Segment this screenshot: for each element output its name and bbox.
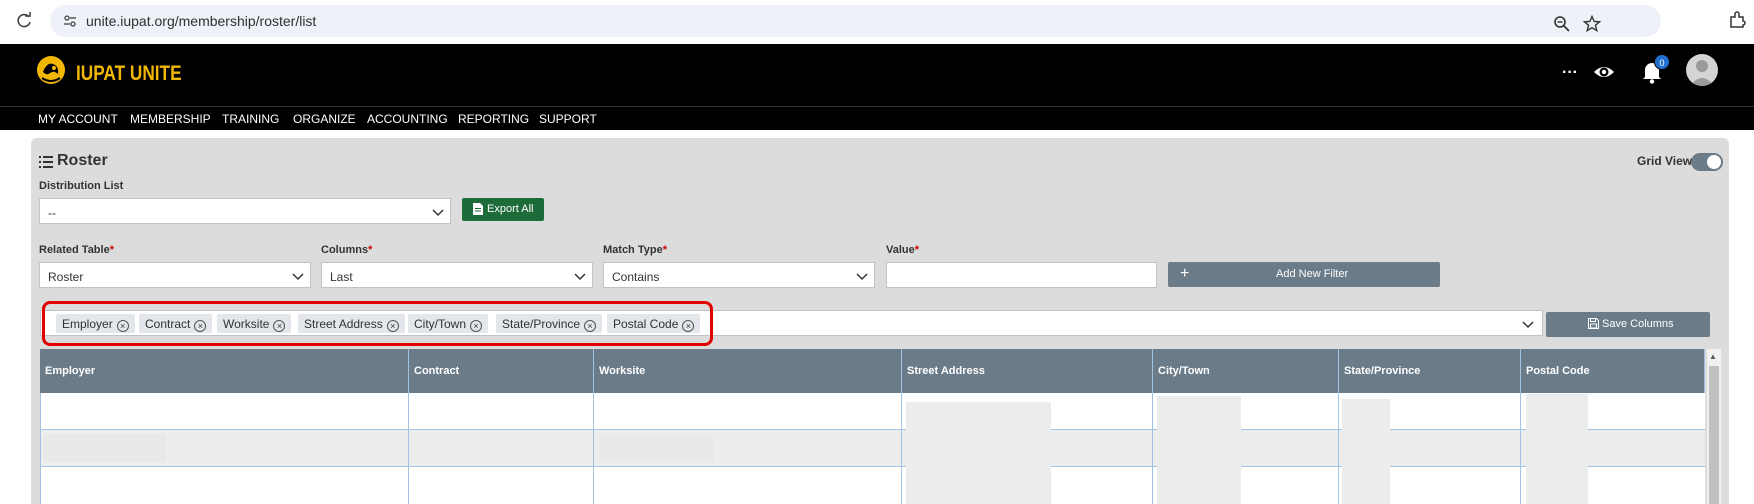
reload-icon[interactable] — [14, 11, 34, 31]
site-settings-icon[interactable] — [62, 13, 78, 29]
match-type-label: Match Type* — [603, 244, 667, 256]
related-table-select[interactable]: Roster — [39, 262, 311, 288]
column-header-city-town[interactable]: City/Town — [1153, 349, 1339, 393]
plus-icon: + — [1180, 265, 1190, 282]
value-label: Value* — [886, 244, 919, 256]
table-row[interactable] — [40, 393, 1705, 430]
match-type-label-text: Match Type — [603, 244, 663, 256]
columns-value: Last — [330, 270, 353, 284]
grid-view-toggle[interactable] — [1691, 153, 1723, 171]
nav-accounting[interactable]: ACCOUNTING — [367, 112, 448, 126]
page-title: Roster — [57, 152, 108, 169]
column-divider — [40, 393, 41, 504]
related-table-label: Related Table* — [39, 244, 114, 256]
redacted-cell — [906, 402, 1051, 504]
match-type-value: Contains — [612, 270, 660, 284]
browser-toolbar: unite.iupat.org/membership/roster/list — [0, 0, 1754, 44]
distribution-list-label: Distribution List — [39, 180, 124, 192]
column-header-state-province[interactable]: State/Province — [1339, 349, 1521, 393]
column-divider — [593, 393, 594, 504]
column-divider — [408, 393, 409, 504]
column-divider — [901, 393, 902, 504]
url-text: unite.iupat.org/membership/roster/list — [86, 13, 317, 29]
required-mark: * — [109, 244, 114, 256]
add-new-filter-label: Add New Filter — [1276, 268, 1349, 280]
column-divider — [1152, 393, 1153, 504]
save-icon — [1588, 318, 1599, 329]
table-row[interactable] — [40, 467, 1705, 504]
redacted-cell — [44, 434, 166, 462]
chevron-down-icon — [856, 273, 868, 281]
export-all-label: Export All — [487, 203, 534, 215]
column-header-contract[interactable]: Contract — [409, 349, 594, 393]
nav-support[interactable]: SUPPORT — [539, 112, 597, 126]
extensions-icon[interactable] — [1727, 10, 1747, 30]
more-options-icon[interactable]: ··· — [1562, 64, 1578, 82]
chevron-down-icon — [574, 273, 586, 281]
scroll-up-arrow-icon[interactable]: ▲ — [1709, 352, 1717, 361]
highlight-annotation — [42, 301, 713, 346]
redacted-cell — [1342, 399, 1390, 504]
column-header-street-address[interactable]: Street Address — [902, 349, 1153, 393]
columns-label: Columns* — [321, 244, 372, 256]
avatar[interactable] — [1686, 54, 1718, 86]
zoom-icon[interactable] — [1553, 15, 1571, 33]
chevron-down-icon[interactable] — [1522, 318, 1534, 330]
nav-my-account[interactable]: MY ACCOUNT — [38, 112, 118, 126]
address-bar[interactable]: unite.iupat.org/membership/roster/list — [50, 5, 1661, 37]
notification-badge: 0 — [1654, 54, 1670, 70]
distribution-list-select[interactable]: -- — [39, 198, 451, 224]
column-header-employer[interactable]: Employer — [40, 349, 409, 393]
save-columns-button[interactable]: Save Columns — [1546, 312, 1710, 337]
nav-organize[interactable]: ORGANIZE — [293, 112, 356, 126]
iupat-logo-icon[interactable] — [34, 54, 68, 90]
list-icon — [39, 156, 53, 168]
grid-view-label: Grid View — [1637, 154, 1693, 168]
chevron-down-icon — [432, 209, 444, 217]
column-header-postal-code[interactable]: Postal Code — [1521, 349, 1705, 393]
chevron-down-icon — [292, 273, 304, 281]
save-columns-label: Save Columns — [1602, 318, 1674, 330]
app-header: IUPAT UNITE ··· — [0, 44, 1754, 106]
value-label-text: Value — [886, 244, 915, 256]
related-table-value: Roster — [48, 270, 84, 284]
nav-training[interactable]: TRAINING — [222, 112, 279, 126]
required-mark: * — [368, 244, 373, 256]
table-row[interactable] — [40, 430, 1705, 467]
bookmark-star-icon[interactable] — [1583, 15, 1601, 33]
main-nav: MY ACCOUNT MEMBERSHIP TRAINING ORGANIZE … — [0, 106, 1754, 130]
redacted-cell — [599, 437, 714, 461]
value-input[interactable] — [886, 262, 1157, 288]
logo-text[interactable]: IUPAT UNITE — [76, 62, 182, 86]
columns-label-text: Columns — [321, 244, 369, 256]
distribution-list-value: -- — [48, 206, 56, 220]
redacted-cell — [1157, 396, 1241, 504]
columns-select[interactable]: Last — [321, 262, 593, 288]
column-header-worksite[interactable]: Worksite — [594, 349, 902, 393]
related-table-label-text: Related Table — [39, 244, 110, 256]
add-new-filter-button[interactable]: + Add New Filter — [1168, 262, 1440, 287]
required-mark: * — [662, 244, 667, 256]
user-avatar-icon — [1690, 60, 1714, 86]
toggle-knob — [1707, 155, 1721, 169]
nav-reporting[interactable]: REPORTING — [458, 112, 529, 126]
required-mark: * — [914, 244, 920, 256]
match-type-select[interactable]: Contains — [603, 262, 875, 288]
export-all-button[interactable]: Export All — [462, 198, 544, 221]
column-divider — [1338, 393, 1339, 504]
column-divider — [1520, 393, 1521, 504]
nav-membership[interactable]: MEMBERSHIP — [130, 112, 211, 126]
scrollbar-thumb[interactable] — [1709, 366, 1719, 504]
redacted-cell — [1526, 394, 1588, 504]
eye-icon[interactable] — [1592, 60, 1616, 84]
file-export-icon — [473, 203, 483, 215]
